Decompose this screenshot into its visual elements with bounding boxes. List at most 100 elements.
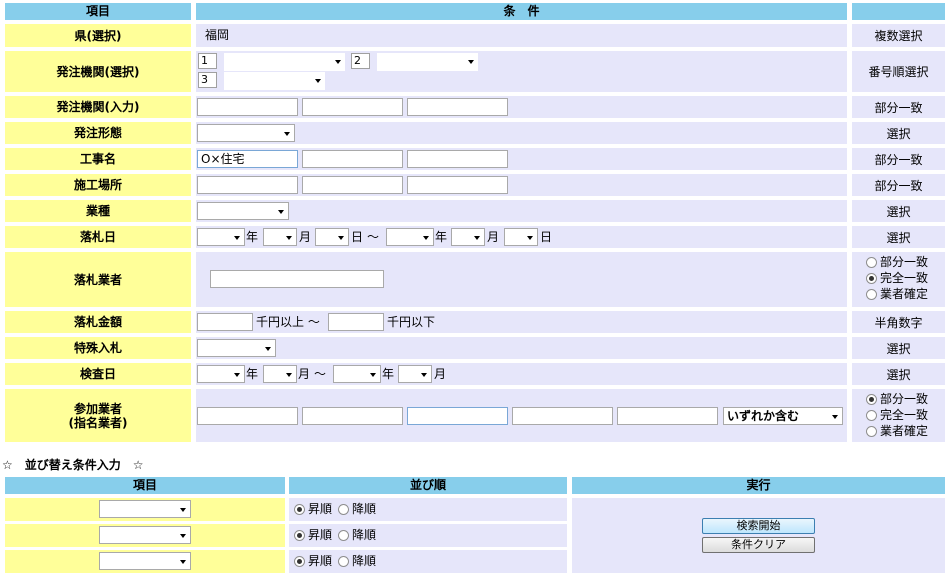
note-amount: 半角数字 — [852, 311, 945, 333]
chevron-down-icon — [180, 560, 186, 564]
insp-from-month-select[interactable] — [263, 365, 297, 383]
sort3-desc-radio[interactable]: 降順 — [338, 554, 376, 569]
cond-industry — [196, 200, 847, 222]
radio-checked-icon — [866, 273, 877, 284]
label-order-type: 発注形態 — [5, 122, 191, 144]
insp-from-year-select[interactable] — [197, 365, 245, 383]
cond-inspection: 年 月 ～ 年 月 — [196, 363, 847, 385]
label-agency-input: 発注機関(入力) — [5, 96, 191, 118]
sort-header-exec: 実行 — [572, 477, 945, 494]
cond-agency-input — [196, 96, 847, 118]
work-name-input-3[interactable] — [407, 150, 508, 168]
work-name-input-1[interactable]: O×住宅 — [197, 150, 298, 168]
participant-input-4[interactable] — [512, 407, 613, 425]
order-type-select[interactable] — [197, 124, 295, 142]
winner-radio-exact[interactable]: 完全一致 — [866, 271, 928, 286]
chevron-down-icon — [370, 373, 376, 377]
radio-icon — [866, 426, 877, 437]
amount-from-input[interactable] — [197, 313, 253, 331]
participant-input-5[interactable] — [617, 407, 718, 425]
bid-to-month-unit: 月 — [487, 230, 500, 244]
participant-input-2[interactable] — [302, 407, 403, 425]
sort-item-select-3[interactable] — [99, 552, 191, 570]
bid-to-month-select[interactable] — [451, 228, 485, 246]
participants-radio-confirmed[interactable]: 業者確定 — [866, 424, 928, 439]
agency-select-2[interactable] — [377, 53, 478, 71]
cond-special-bid — [196, 337, 847, 359]
label-winner: 落札業者 — [5, 252, 191, 307]
clear-conditions-button[interactable]: 条件クリア — [702, 537, 815, 553]
cond-amount: 千円以上 ～ 千円以下 — [196, 311, 847, 333]
sort-header-order: 並び順 — [289, 477, 567, 494]
sort-header-item: 項目 — [5, 477, 285, 494]
work-name-input-2[interactable] — [302, 150, 403, 168]
agency-input-1[interactable] — [197, 98, 298, 116]
sort1-asc-radio[interactable]: 昇順 — [294, 502, 332, 517]
bid-from-month-select[interactable] — [263, 228, 297, 246]
chevron-down-icon — [286, 373, 292, 377]
winner-input[interactable] — [210, 270, 384, 288]
label-bid-date: 落札日 — [5, 226, 191, 248]
participants-match-select[interactable]: いずれか含む — [723, 407, 843, 425]
cond-prefecture: 福岡 — [196, 24, 847, 47]
cond-winner — [196, 252, 847, 307]
label-participants: 参加業者 (指名業者) — [5, 389, 191, 442]
cond-participants: いずれか含む — [196, 389, 847, 442]
participants-radio-partial[interactable]: 部分一致 — [866, 392, 928, 407]
note-inspection: 選択 — [852, 363, 945, 385]
bid-from-year-select[interactable] — [197, 228, 245, 246]
participant-input-3[interactable] — [407, 407, 508, 425]
chevron-down-icon — [423, 236, 429, 240]
bid-from-day-select[interactable] — [315, 228, 349, 246]
agency-select-3[interactable] — [224, 72, 325, 90]
header-item: 項目 — [5, 3, 191, 20]
insp-to-year-select[interactable] — [333, 365, 381, 383]
sort-item-cell-3 — [5, 550, 285, 573]
participants-radio-exact[interactable]: 完全一致 — [866, 408, 928, 423]
work-place-input-2[interactable] — [302, 176, 403, 194]
header-condition: 条 件 — [196, 3, 847, 20]
prefecture-value[interactable]: 福岡 — [205, 26, 229, 44]
sort-exec-cell: 検索開始 条件クリア — [572, 498, 945, 573]
work-place-input-3[interactable] — [407, 176, 508, 194]
note-prefecture: 複数選択 — [852, 24, 945, 47]
sort2-desc-radio[interactable]: 降順 — [338, 528, 376, 543]
insp-to-month-select[interactable] — [398, 365, 432, 383]
winner-radio-confirmed[interactable]: 業者確定 — [866, 287, 928, 302]
search-start-button[interactable]: 検索開始 — [702, 518, 815, 534]
amount-to-input[interactable] — [328, 313, 384, 331]
sort-item-select-2[interactable] — [99, 526, 191, 544]
insp-to-year-unit: 年 — [382, 367, 395, 381]
note-special-bid: 選択 — [852, 337, 945, 359]
note-work-place: 部分一致 — [852, 174, 945, 196]
chevron-down-icon — [315, 79, 321, 83]
agency-select-1[interactable] — [224, 53, 345, 71]
sort1-desc-radio[interactable]: 降順 — [338, 502, 376, 517]
radio-checked-icon — [294, 556, 305, 567]
sort-item-select-1[interactable] — [99, 500, 191, 518]
chevron-down-icon — [832, 415, 838, 419]
sort2-asc-radio[interactable]: 昇順 — [294, 528, 332, 543]
label-work-place: 施工場所 — [5, 174, 191, 196]
work-place-input-1[interactable] — [197, 176, 298, 194]
cond-order-type — [196, 122, 847, 144]
chevron-down-icon — [180, 534, 186, 538]
cond-bid-date: 年 月 日 ～ 年 月 日 — [196, 226, 847, 248]
chevron-down-icon — [286, 236, 292, 240]
chevron-down-icon — [180, 508, 186, 512]
radio-icon — [338, 530, 350, 541]
agency-input-2[interactable] — [302, 98, 403, 116]
insp-from-year-unit: 年 — [246, 367, 259, 381]
special-bid-select[interactable] — [197, 339, 276, 357]
note-order-type: 選択 — [852, 122, 945, 144]
chevron-down-icon — [265, 347, 271, 351]
chevron-down-icon — [421, 373, 427, 377]
industry-select[interactable] — [197, 202, 289, 220]
agency-input-3[interactable] — [407, 98, 508, 116]
note-bid-date: 選択 — [852, 226, 945, 248]
sort3-asc-radio[interactable]: 昇順 — [294, 554, 332, 569]
participant-input-1[interactable] — [197, 407, 298, 425]
bid-to-day-select[interactable] — [504, 228, 538, 246]
bid-to-year-select[interactable] — [386, 228, 434, 246]
winner-radio-partial[interactable]: 部分一致 — [866, 255, 928, 270]
